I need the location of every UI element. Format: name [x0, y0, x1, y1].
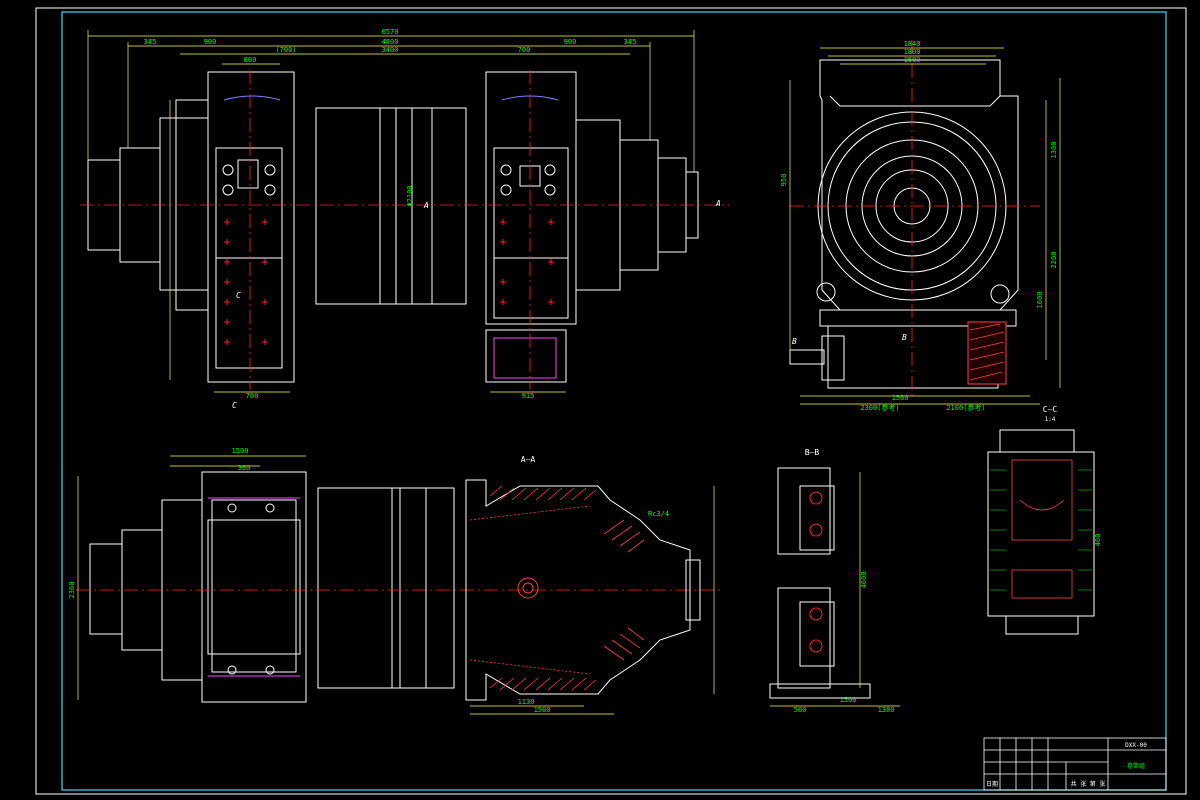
dim-bottom-915: 915	[522, 392, 535, 400]
dim-bb-1380: 1380	[878, 706, 895, 714]
section-cc-scale: 1:4	[1045, 416, 1056, 423]
dim-bb-1500: 1500	[840, 696, 857, 704]
dim-345-left: 345	[144, 38, 157, 46]
dim-drum-diameter: Φ2100	[406, 185, 414, 206]
dim-front-1500: 1500	[232, 447, 249, 455]
cut-b-right: B	[902, 333, 907, 342]
drawing-code: DXX-00	[1125, 742, 1147, 749]
dim-2100-ref: 2100(参考)	[946, 403, 985, 412]
front-view	[89, 471, 427, 703]
section-cc-hatch	[990, 469, 1092, 591]
dim-front-2360: 2360	[68, 582, 76, 599]
dim-1300: 1300	[1050, 142, 1058, 159]
top-view-dimensions	[87, 30, 695, 393]
cut-c-bottom: C	[232, 401, 237, 410]
dim-800: 800	[244, 56, 257, 64]
title-block-text: DXX-00 卷筒组 日期 共 张 第 张	[986, 742, 1147, 788]
dim-1800: 1800	[904, 48, 921, 56]
front-view-dimensions	[77, 455, 306, 700]
cut-c-top: C	[236, 291, 241, 300]
dim-1600-vertical: 1600	[1036, 292, 1044, 309]
dim-900-right: 900	[564, 38, 577, 46]
dim-front-360: 360	[238, 464, 251, 472]
section-cc-title: C—C	[1043, 405, 1058, 414]
section-aa-title: A—A	[521, 455, 536, 464]
dim-bb-500: 500	[794, 706, 807, 714]
section-aa-hatch	[469, 485, 645, 691]
sheet-count: 共 张 第 张	[1071, 780, 1106, 788]
dim-1600: 1600	[904, 56, 921, 64]
top-view-dimension-text: 6570 4800 3400 (700) 700 900 900 345 345…	[144, 28, 637, 400]
section-bb-text: B—B 4600 500 1500 1380	[794, 448, 895, 714]
dim-1840: 1840	[904, 40, 921, 48]
top-view-hole-marks	[224, 219, 554, 345]
drawing-name: 卷筒组	[1127, 762, 1145, 770]
dim-bottom-700: 700	[246, 392, 259, 400]
section-bb-title: B—B	[805, 448, 820, 457]
thread-callout: Rc3/4	[648, 510, 669, 518]
cut-a-left: A	[423, 201, 429, 210]
dim-aa-1130: 1130	[518, 698, 535, 706]
dim-cc-460: 460	[1094, 534, 1102, 547]
dim-345-right: 345	[624, 38, 637, 46]
dim-inner: 3400	[382, 46, 399, 54]
side-view-cut-labels: B B	[792, 333, 907, 346]
dim-bb-4600: 4600	[860, 572, 868, 589]
dim-1560: 1560	[892, 394, 909, 402]
cad-drawing-sheet: 6570 4800 3400 (700) 700 900 900 345 345…	[35, 7, 1187, 795]
dim-2300-ref: 2300(参考)	[860, 403, 899, 412]
date-label: 日期	[986, 780, 998, 788]
top-plan-view	[87, 71, 699, 383]
section-aa-dimensions	[470, 486, 715, 715]
section-bb-bolts	[809, 491, 823, 653]
dim-aa-1500: 1500	[534, 706, 551, 714]
cut-b-left: B	[792, 337, 797, 346]
drawing-inner-frame	[61, 11, 1167, 791]
dim-950: 950	[780, 174, 788, 187]
section-cc-inner	[1011, 459, 1073, 599]
dim-span: 4800	[382, 38, 399, 46]
section-bb-dimensions	[770, 472, 900, 707]
cut-a-right: A	[715, 199, 721, 208]
section-cc-view	[987, 429, 1095, 635]
dim-900-left: 900	[204, 38, 217, 46]
dim-700-ref: (700)	[275, 46, 296, 54]
dim-total-length: 6570	[382, 28, 399, 36]
dim-2200: 2200	[1050, 252, 1058, 269]
front-view-dimension-text: 1500 2360 360	[68, 447, 250, 598]
top-view-cut-labels: A A C C	[232, 199, 721, 410]
dim-700: 700	[518, 46, 531, 54]
